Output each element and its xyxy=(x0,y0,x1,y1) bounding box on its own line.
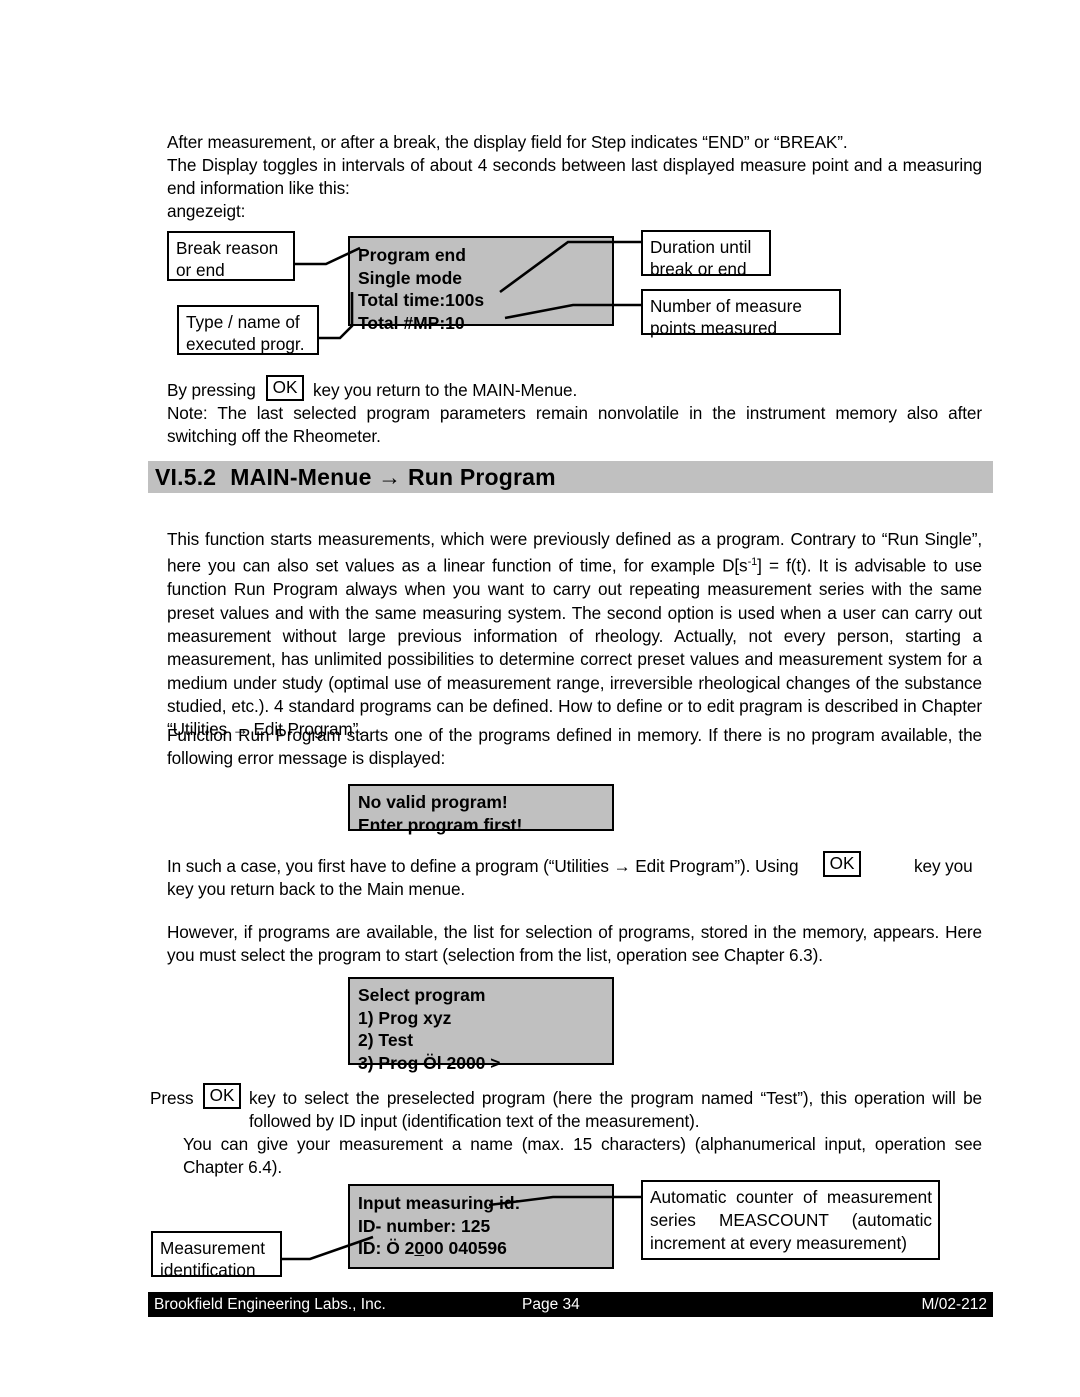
exponent-minus-one: -1 xyxy=(747,556,758,569)
lcd-line: Single mode xyxy=(358,267,463,288)
ok-key-3[interactable]: OK xyxy=(203,1083,241,1109)
lcd-select-program: Select program 1) Prog xyz 2) Test 3) Pr… xyxy=(348,977,614,1073)
lcd-line: Enter program first! xyxy=(358,814,523,835)
body-paragraph-5-before: Press xyxy=(150,1088,194,1108)
lcd-input-measuring-id: Input measuring id: ID- number: 125 ID: … xyxy=(348,1184,614,1269)
id-value-post: 00 040596 xyxy=(424,1238,507,1258)
lcd-line-program-1[interactable]: 1) Prog xyz xyxy=(358,1007,612,1030)
ok-key-2[interactable]: OK xyxy=(823,851,861,877)
lcd-line: Total time:100s xyxy=(358,290,485,310)
footer-company: Brookfield Engineering Labs., Inc. xyxy=(154,1295,386,1313)
footer-page-number: Page 34 xyxy=(522,1295,580,1313)
lcd-line-program-3[interactable]: 3) Prog Öl 2000 > xyxy=(358,1052,612,1075)
section-number: VI.5.2 xyxy=(155,463,217,490)
footer-document-reference: M/02-212 xyxy=(921,1295,987,1313)
ok-key-1[interactable]: OK xyxy=(266,375,304,401)
body-paragraph-4: However, if programs are available, the … xyxy=(167,922,982,966)
body-paragraph-2: Function Run Program starts one of the p… xyxy=(167,725,982,769)
lcd-line-id-value: ID: Ö 2000 040596 xyxy=(358,1237,612,1260)
document-page: After measurement, or after a break, the… xyxy=(0,0,1080,1397)
lcd-measuring-end: Program end Single mode Total time:100s … xyxy=(348,236,614,333)
lcd-line: Input measuring id: xyxy=(358,1193,521,1213)
lcd-line-program-2[interactable]: 2) Test xyxy=(358,1029,612,1052)
callout-type-name: Type / name of executed progr. xyxy=(177,305,319,355)
lcd-line: Total #MP:10 xyxy=(358,312,465,333)
ok-note-after: key you return to the MAIN-Menue. xyxy=(313,380,578,400)
body-paragraph-3-keyword: key you xyxy=(914,856,973,876)
body-p5-text: key to select the preselected program (h… xyxy=(249,1088,982,1132)
body-paragraph-1: This function starts measurements, which… xyxy=(167,528,982,741)
body-paragraph-5-after: key to select the preselected program (h… xyxy=(249,1087,982,1134)
lcd-line: Select program xyxy=(358,985,486,1005)
lcd-no-valid-program: No valid program! Enter program first! xyxy=(348,784,614,835)
lcd-line: ID- number: 125 xyxy=(358,1215,491,1236)
intro-line-3: angezeigt: xyxy=(167,201,246,221)
body-p1-part-b: ] = f(t). It is advisable to use functio… xyxy=(167,556,982,740)
callout-meascount: Automatic counter of measurement series … xyxy=(641,1180,940,1260)
intro-line-2: The Display toggles in intervals of abou… xyxy=(167,155,982,199)
page-footer: Brookfield Engineering Labs., Inc. Page … xyxy=(148,1292,993,1317)
callout-num-measure-points: Number of measure points measured xyxy=(641,289,841,338)
callout-measurement-identification: Measurement identification xyxy=(151,1231,282,1280)
lcd-line: No valid program! xyxy=(358,792,508,812)
id-value-cursor-char: 0 xyxy=(414,1238,425,1258)
section-heading-bar: VI.5.2 MAIN-Menue → Run Program xyxy=(148,461,993,493)
body-paragraph-6: You can give your measurement a name (ma… xyxy=(183,1134,982,1178)
callout-duration: Duration until break or end xyxy=(641,230,771,279)
callout-break-reason: Break reason or end xyxy=(167,231,295,281)
lcd-line: Program end xyxy=(358,245,466,265)
ok-note-before: By pressing xyxy=(167,380,256,400)
section-title: MAIN-Menue → Run Program xyxy=(230,463,556,490)
ok-note-text: Note: The last selected program paramete… xyxy=(167,403,982,447)
intro-line-1: After measurement, or after a break, the… xyxy=(167,132,848,152)
id-value-pre: ID: Ö 2 xyxy=(358,1238,415,1258)
body-paragraph-3-after: key you return back to the Main menue. xyxy=(167,879,466,899)
